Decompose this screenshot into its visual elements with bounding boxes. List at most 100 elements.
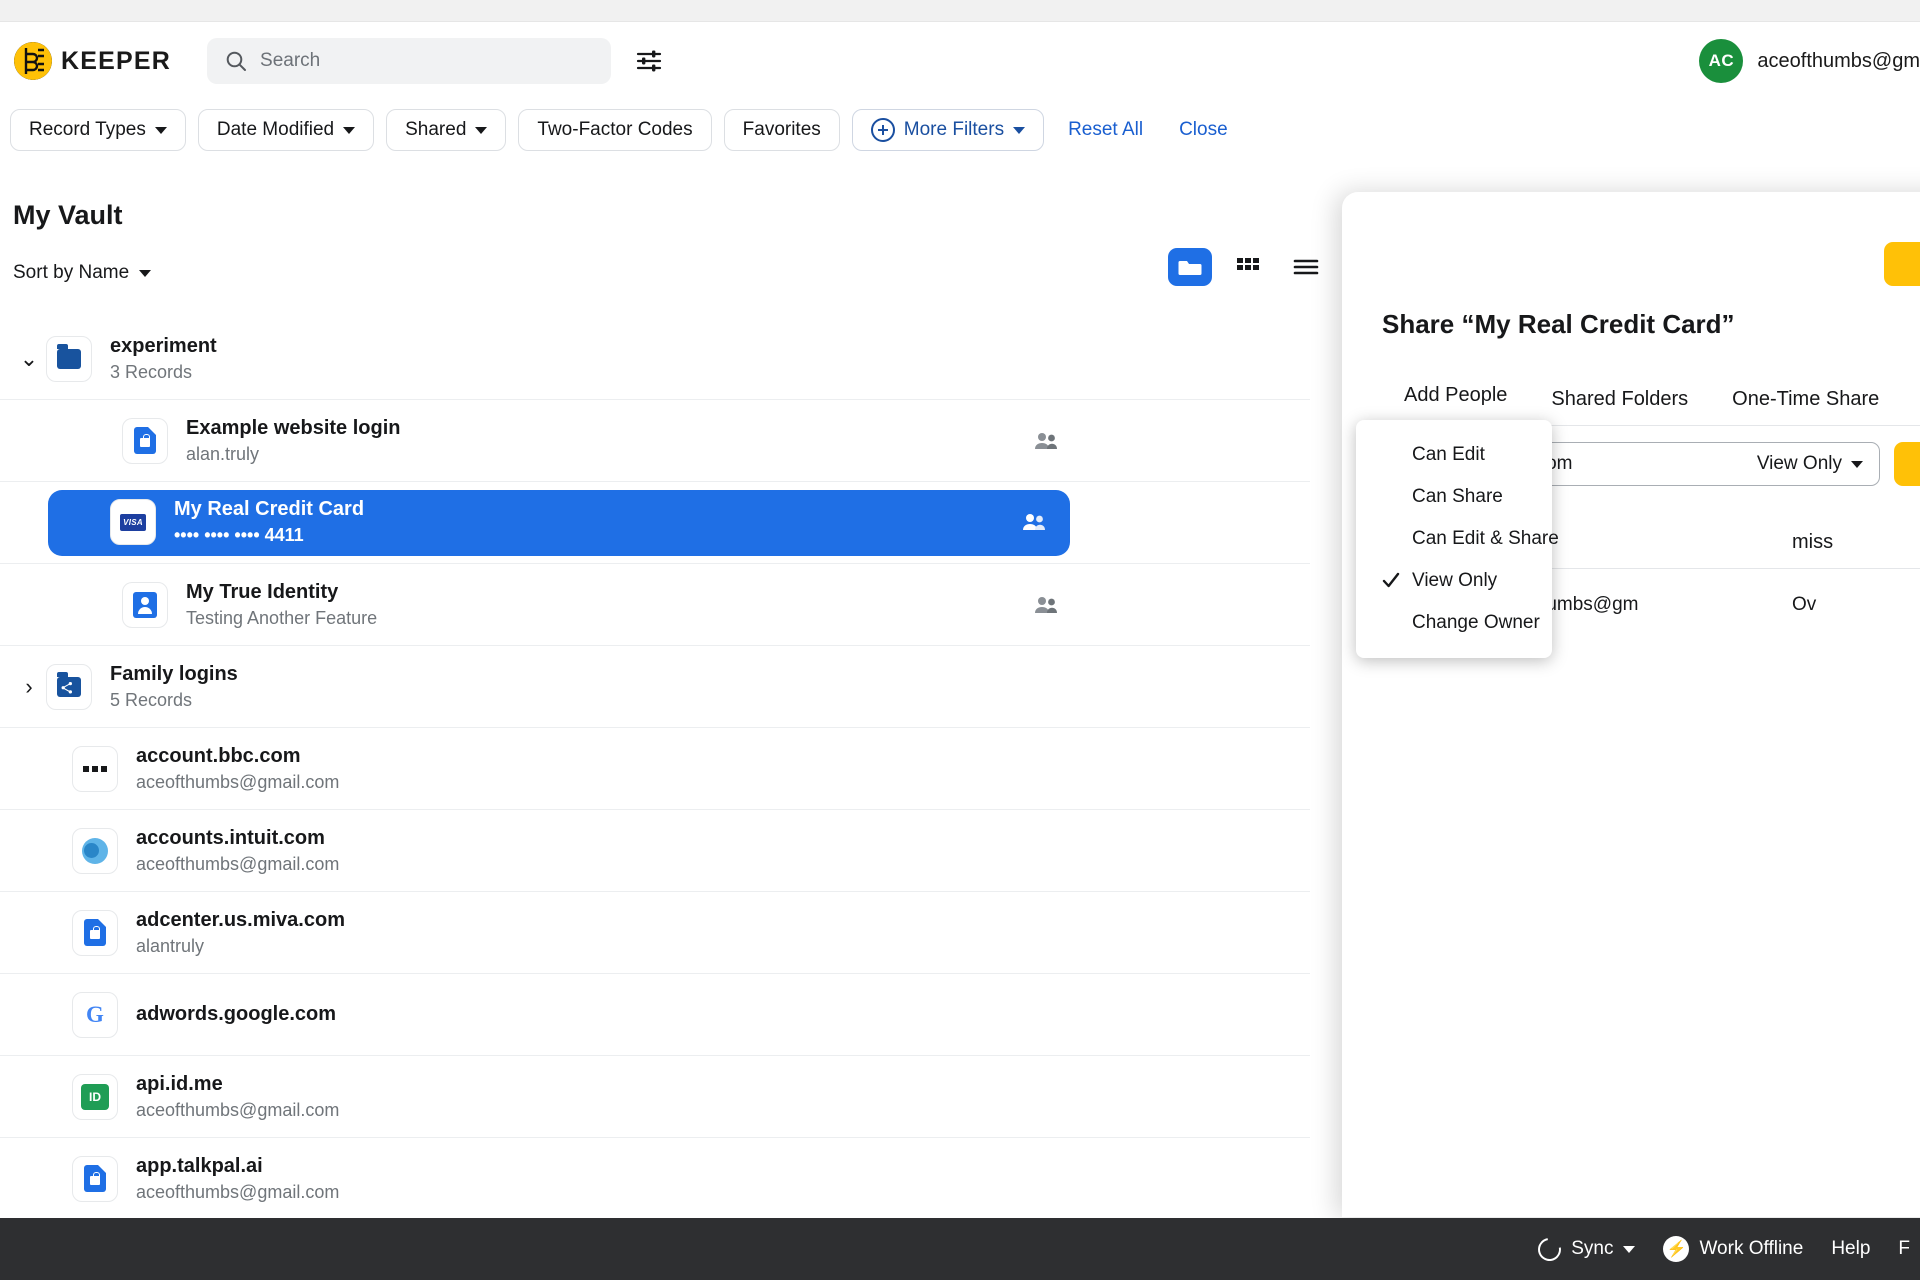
view-toggle-list[interactable] — [1284, 248, 1328, 286]
permission-option-view-only[interactable]: View Only — [1356, 560, 1552, 602]
list-item-folder-family-logins[interactable]: › Family logins 5 Records — [0, 646, 1310, 728]
plus-circle-icon — [871, 118, 895, 142]
list-item-title: app.talkpal.ai — [136, 1155, 339, 1178]
status-bar: Sync ⚡ Work Offline Help F — [0, 1218, 1920, 1280]
people-icon — [1034, 595, 1060, 615]
list-item-title: adcenter.us.miva.com — [136, 909, 345, 932]
intuit-icon — [72, 828, 118, 874]
list-view-icon — [1293, 257, 1319, 277]
keeper-logo[interactable]: KEEPER — [14, 42, 171, 80]
keeper-wordmark: KEEPER — [61, 47, 171, 76]
permission-option-change-owner[interactable]: Change Owner — [1356, 602, 1552, 644]
visa-card-icon: VISA — [110, 499, 156, 545]
sort-by-dropdown[interactable]: Sort by Name — [13, 262, 151, 284]
permission-option-can-share[interactable]: Can Share — [1356, 476, 1552, 518]
shared-with-icon[interactable] — [1022, 512, 1048, 532]
sort-row: Sort by Name — [13, 262, 1313, 284]
chevron-down-icon — [343, 127, 355, 134]
list-item-subtitle: aceofthumbs@gmail.com — [136, 772, 339, 793]
sliders-icon — [635, 48, 663, 74]
filter-chip-record-types[interactable]: Record Types — [10, 109, 186, 151]
list-item-title: Family logins — [110, 663, 238, 686]
permission-option-label: Change Owner — [1412, 612, 1540, 634]
list-item-accounts-intuit-com[interactable]: accounts.intuit.com aceofthumbs@gmail.co… — [0, 810, 1310, 892]
list-item-wrapper-selected: VISA My Real Credit Card •••• •••• •••• … — [0, 482, 1310, 564]
chevron-down-icon — [1851, 461, 1863, 468]
google-icon: G — [72, 992, 118, 1038]
list-item-adcenter-us-miva-com[interactable]: adcenter.us.miva.com alantruly — [0, 892, 1310, 974]
column-header-permission: miss — [1792, 531, 1833, 554]
list-item-subtitle: aceofthumbs@gmail.com — [136, 854, 339, 875]
search-input[interactable]: Search — [207, 38, 611, 84]
shared-with-icon[interactable] — [1034, 431, 1060, 451]
keeper-logo-icon — [14, 42, 52, 80]
filter-settings-button[interactable] — [631, 43, 667, 79]
list-item-example-website-login[interactable]: Example website login alan.truly — [0, 400, 1310, 482]
filter-chip-shared[interactable]: Shared — [386, 109, 506, 151]
status-bar-trailing[interactable]: F — [1898, 1238, 1910, 1260]
sync-label: Sync — [1571, 1238, 1613, 1260]
dots-icon — [72, 746, 118, 792]
view-toggle-grid[interactable] — [1226, 248, 1270, 286]
filter-chip-label: Date Modified — [217, 119, 334, 141]
list-item-title: accounts.intuit.com — [136, 827, 339, 850]
permission-option-can-edit[interactable]: Can Edit — [1356, 434, 1552, 476]
share-panel: D Share “My Real Credit Card” Add People… — [1342, 192, 1920, 1217]
share-add-button[interactable]: A — [1894, 442, 1920, 486]
share-glyph — [57, 677, 81, 697]
permission-option-can-edit-and-share[interactable]: Can Edit & Share — [1356, 518, 1552, 560]
filter-chip-favorites[interactable]: Favorites — [724, 109, 840, 151]
tab-add-people[interactable]: Add People — [1382, 374, 1529, 425]
vault-record-list: ⌄ experiment 3 Records Example website l… — [0, 318, 1310, 1220]
permission-dropdown-menu: Can Edit Can Share Can Edit & Share View… — [1356, 420, 1552, 658]
sync-button[interactable]: Sync — [1538, 1238, 1635, 1261]
list-item-title: My True Identity — [186, 581, 377, 604]
login-doc-icon — [122, 418, 168, 464]
tab-shared-folders[interactable]: Shared Folders — [1529, 378, 1710, 425]
folder-icon — [46, 336, 92, 382]
filter-chip-label: Favorites — [743, 119, 821, 141]
filter-bar: Record Types Date Modified Shared Two-Fa… — [0, 100, 1920, 160]
list-item-my-true-identity[interactable]: My True Identity Testing Another Feature — [0, 564, 1310, 646]
tab-one-time-share[interactable]: One-Time Share — [1710, 378, 1901, 425]
share-tabs: Add People Shared Folders One-Time Share — [1382, 374, 1920, 426]
people-icon — [1022, 512, 1048, 532]
more-filters-button[interactable]: More Filters — [852, 109, 1044, 151]
chevron-down-icon — [1013, 127, 1025, 134]
list-item-subtitle: aceofthumbs@gmail.com — [136, 1182, 339, 1203]
work-offline-button[interactable]: ⚡ Work Offline — [1663, 1236, 1803, 1262]
idme-icon: ID — [72, 1074, 118, 1120]
reset-all-button[interactable]: Reset All — [1056, 119, 1155, 141]
account-email: aceofthumbs@gm — [1757, 50, 1920, 73]
list-item-subtitle: 5 Records — [110, 690, 238, 711]
list-item-title: adwords.google.com — [136, 1003, 336, 1026]
list-item-my-real-credit-card[interactable]: VISA My Real Credit Card •••• •••• •••• … — [48, 490, 1070, 556]
shared-with-icon[interactable] — [1034, 595, 1060, 615]
view-toggle-folder[interactable] — [1168, 248, 1212, 286]
permission-option-label: Can Share — [1412, 486, 1503, 508]
list-item-app-talkpal-ai[interactable]: app.talkpal.ai aceofthumbs@gmail.com — [0, 1138, 1310, 1220]
folder-view-icon — [1178, 257, 1202, 277]
share-done-button[interactable]: D — [1884, 242, 1920, 286]
list-item-title: account.bbc.com — [136, 745, 339, 768]
permission-value: View Only — [1757, 453, 1842, 475]
list-item-folder-experiment[interactable]: ⌄ experiment 3 Records — [0, 318, 1310, 400]
page-title: My Vault — [13, 200, 123, 231]
permission-dropdown-trigger[interactable]: View Only — [1757, 453, 1863, 475]
permission-option-label: Can Edit — [1412, 444, 1485, 466]
filter-chip-date-modified[interactable]: Date Modified — [198, 109, 374, 151]
list-item-api-id-me[interactable]: ID api.id.me aceofthumbs@gmail.com — [0, 1056, 1310, 1138]
list-item-account-bbc-com[interactable]: account.bbc.com aceofthumbs@gmail.com — [0, 728, 1310, 810]
filter-chip-two-factor-codes[interactable]: Two-Factor Codes — [518, 109, 711, 151]
more-filters-label: More Filters — [904, 119, 1004, 141]
login-doc-icon — [72, 910, 118, 956]
chevron-down-icon — [475, 127, 487, 134]
chevron-down-icon[interactable]: ⌄ — [12, 346, 46, 372]
list-item-subtitle: Testing Another Feature — [186, 608, 377, 629]
help-button[interactable]: Help — [1831, 1238, 1870, 1260]
close-filters-button[interactable]: Close — [1167, 119, 1240, 141]
list-item-adwords-google-com[interactable]: G adwords.google.com — [0, 974, 1310, 1056]
chevron-right-icon[interactable]: › — [12, 674, 46, 700]
account-area[interactable]: AC aceofthumbs@gm — [1699, 22, 1920, 100]
list-item-title: My Real Credit Card — [174, 498, 364, 521]
